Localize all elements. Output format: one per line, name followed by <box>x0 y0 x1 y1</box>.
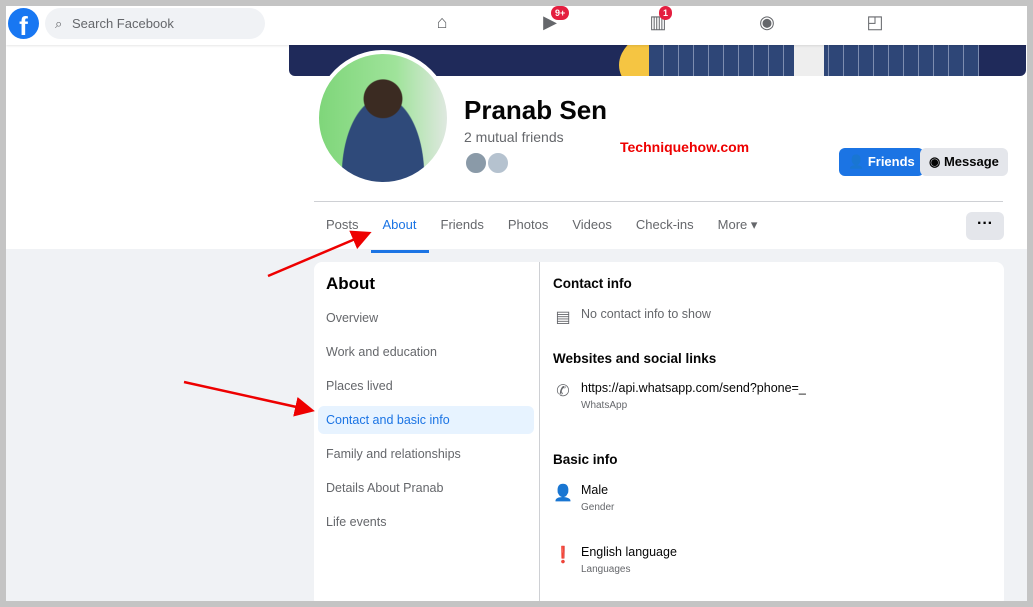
search-placeholder: Search Facebook <box>72 16 174 31</box>
tab-check-ins[interactable]: Check-ins <box>624 205 706 249</box>
marketplace-icon[interactable]: ▥ 1 <box>646 6 673 36</box>
message-button[interactable]: ◉ Message <box>920 148 1008 176</box>
mutual-friend-avatar[interactable] <box>486 151 510 175</box>
sidebar-item-contact-basic-info[interactable]: Contact and basic info <box>318 406 534 434</box>
contact-card-icon: ▤ <box>555 309 571 326</box>
mutual-friends-link[interactable]: 2 mutual friends <box>464 129 564 145</box>
gender-value: Male <box>581 483 609 497</box>
tab-about[interactable]: About <box>370 205 429 253</box>
whatsapp-label: WhatsApp <box>581 400 628 411</box>
person-icon: 👤 <box>553 485 573 502</box>
tab-photos[interactable]: Photos <box>496 205 560 249</box>
groups-icon[interactable]: ◉ <box>755 12 779 36</box>
profile-picture[interactable] <box>315 50 451 186</box>
watermark: Techniquehow.com <box>620 139 750 155</box>
gender-label: Gender <box>581 502 615 513</box>
message-label: Message <box>943 154 999 169</box>
about-heading: About <box>326 274 376 293</box>
browser-frame: f ⌕ Search Facebook ⌂ ▶ 9+ ▥ 1 ◉ ◰ Pranab S… <box>6 6 1027 601</box>
marketplace-badge: 1 <box>659 6 673 20</box>
whatsapp-link[interactable]: https://api.whatsapp.com/send?phone=_ <box>581 381 806 395</box>
whatsapp-icon: ✆ <box>556 383 570 400</box>
tab-friends[interactable]: Friends <box>429 205 496 249</box>
about-sidebar: About Overview Work and education Places… <box>314 262 540 601</box>
watch-badge: 9+ <box>551 6 570 20</box>
gaming-icon[interactable]: ◰ <box>863 12 887 36</box>
tab-videos[interactable]: Videos <box>560 205 624 249</box>
sidebar-item-places-lived[interactable]: Places lived <box>318 372 534 400</box>
sidebar-item-work-education[interactable]: Work and education <box>318 338 534 366</box>
messenger-icon: ◉ <box>929 154 944 169</box>
no-contact-text: No contact info to show <box>581 307 711 321</box>
friends-button[interactable]: 👤 Friends <box>839 148 924 176</box>
watch-icon[interactable]: ▶ 9+ <box>538 6 570 36</box>
search-icon: ⌕ <box>55 16 63 31</box>
mutual-friend-avatar[interactable] <box>464 151 488 175</box>
tab-more[interactable]: More ▾ <box>706 205 770 249</box>
sidebar-item-life-events[interactable]: Life events <box>318 508 534 536</box>
profile-header: Pranab Sen 2 mutual friends Techniquehow… <box>6 45 1027 253</box>
basic-info-heading: Basic info <box>553 452 618 467</box>
websites-heading: Websites and social links <box>553 351 717 366</box>
language-label: Languages <box>581 564 631 575</box>
tab-posts[interactable]: Posts <box>314 205 371 249</box>
sidebar-item-family-relationships[interactable]: Family and relationships <box>318 440 534 468</box>
facebook-logo[interactable]: f <box>8 8 39 41</box>
more-options-button[interactable]: ··· <box>966 212 1004 240</box>
speech-bubble-icon: ❗ <box>553 547 573 564</box>
profile-name: Pranab Sen <box>464 95 608 125</box>
sidebar-item-overview[interactable]: Overview <box>318 304 534 332</box>
search-input[interactable]: ⌕ Search Facebook <box>45 8 265 39</box>
top-navigation-bar: f ⌕ Search Facebook ⌂ ▶ 9+ ▥ 1 ◉ ◰ <box>6 6 1027 45</box>
profile-tabs: Posts About Friends Photos Videos Check-… <box>314 205 770 253</box>
contact-info-heading: Contact info <box>553 276 632 291</box>
divider <box>314 201 1003 202</box>
sidebar-item-details[interactable]: Details About Pranab <box>318 474 534 502</box>
friends-label: Friends <box>867 154 915 169</box>
friend-check-icon: 👤 <box>848 154 868 169</box>
home-icon[interactable]: ⌂ <box>430 12 454 36</box>
about-card: About Overview Work and education Places… <box>314 262 1004 601</box>
language-value: English language <box>581 545 677 559</box>
